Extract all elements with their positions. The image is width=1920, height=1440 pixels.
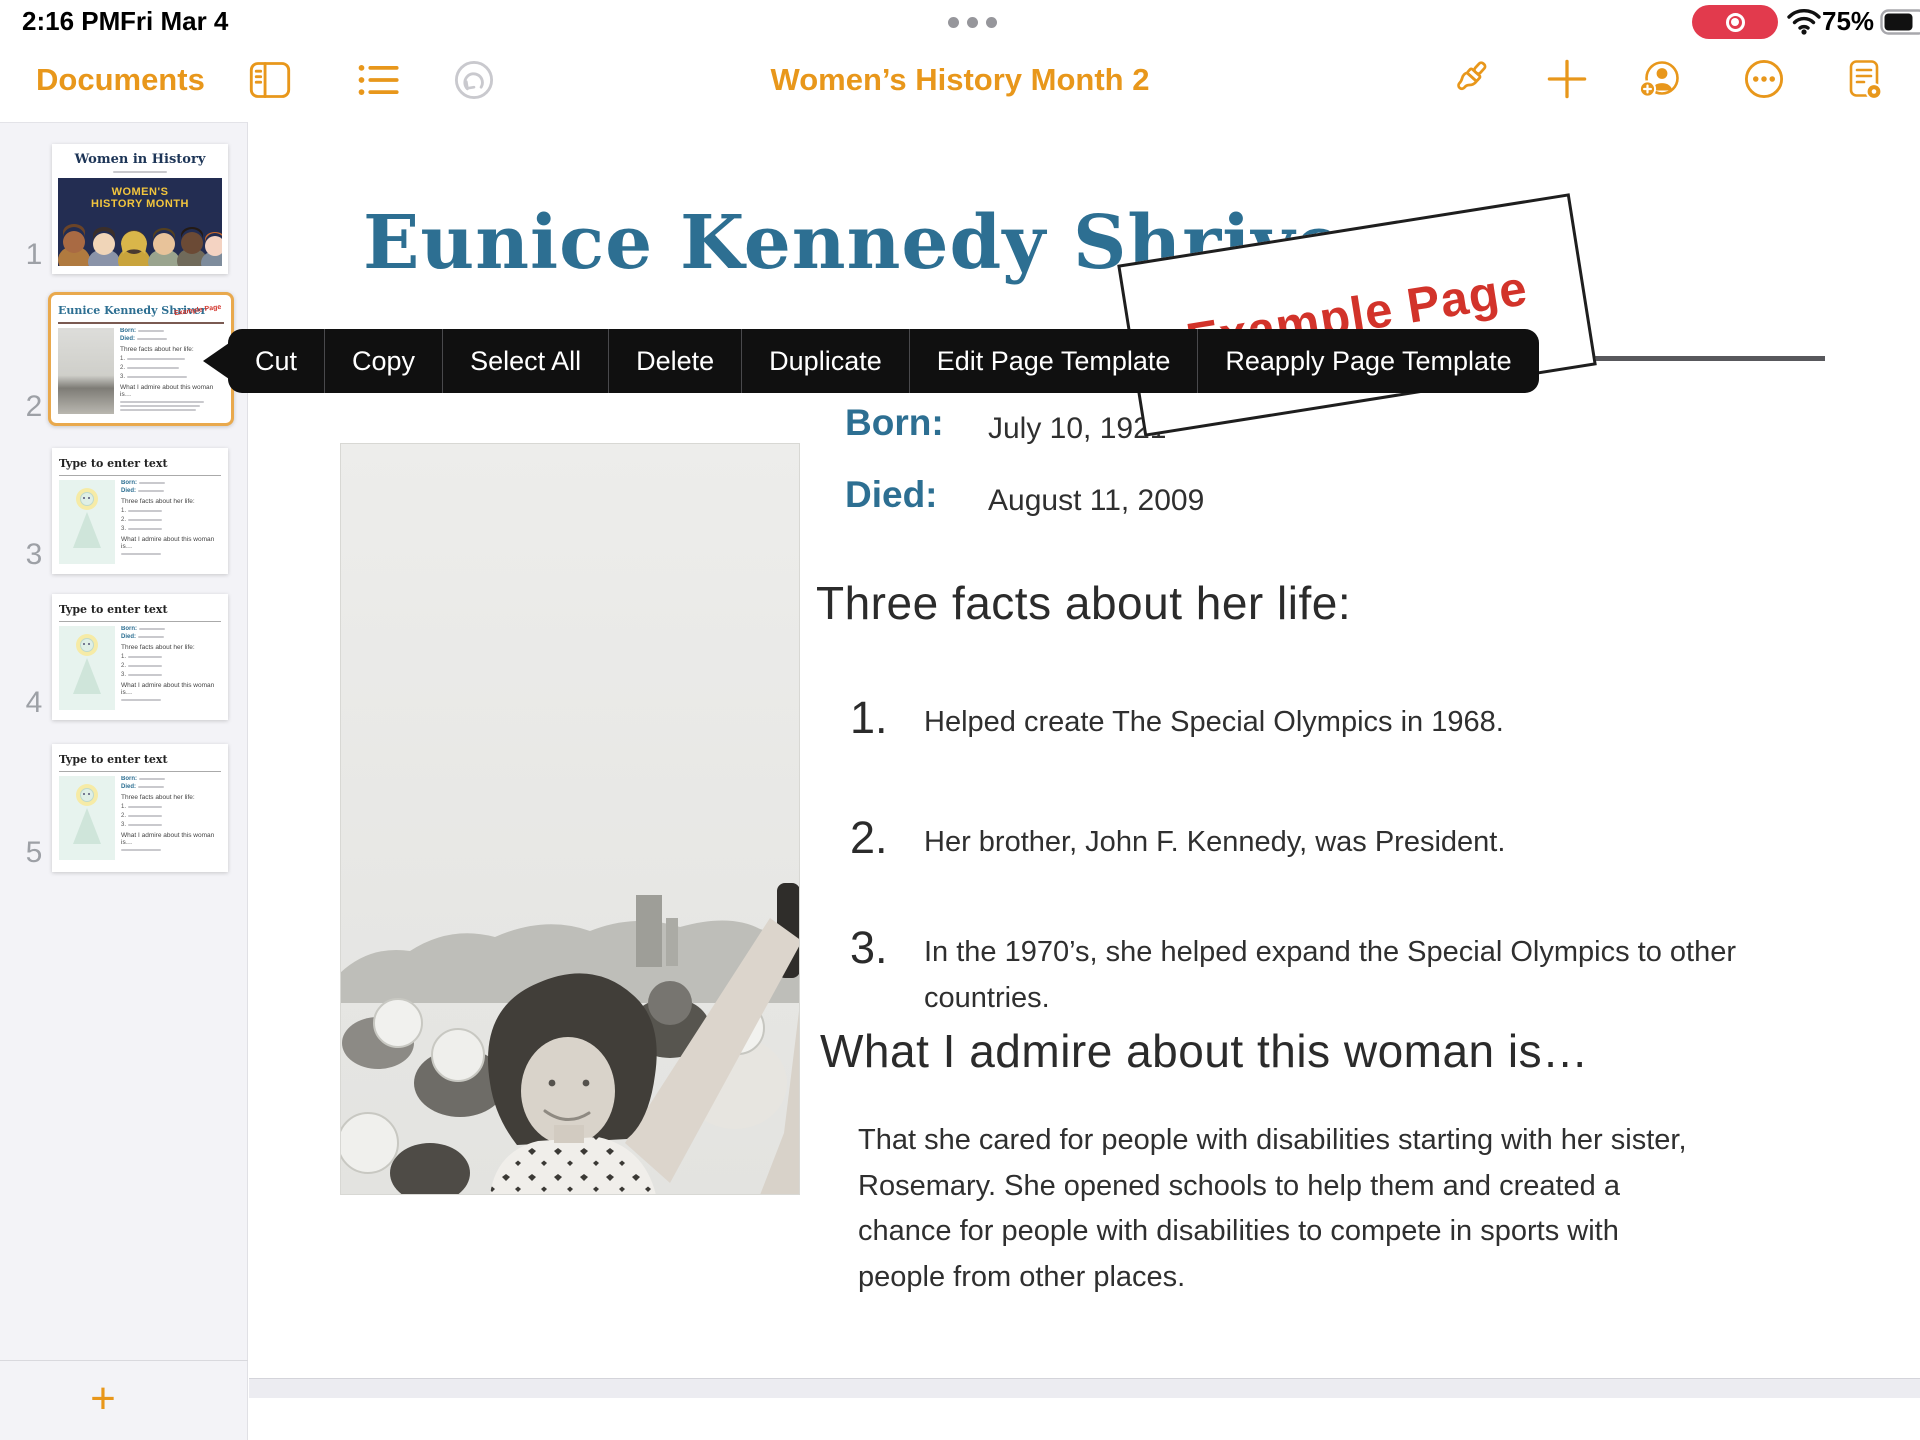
battery-percent: 75% bbox=[1822, 6, 1874, 37]
status-date: Fri Mar 4 bbox=[120, 6, 228, 37]
thumb-2-admire: What I admire about this woman is… bbox=[120, 384, 224, 398]
collaborate-add-person-icon[interactable] bbox=[1638, 57, 1682, 101]
thumb-1-women-illustration bbox=[58, 220, 222, 266]
page-number-4: 4 bbox=[18, 686, 50, 720]
thumb-3-placeholder-figure bbox=[59, 480, 115, 564]
menu-item-select-all[interactable]: Select All bbox=[443, 329, 608, 393]
status-time: 2:16 PM bbox=[22, 6, 120, 37]
thumb-1-banner: WOMEN'S HISTORY MONTH bbox=[58, 178, 222, 266]
thumbnail-page-3[interactable]: Type to enter text Born: Died: Three fac… bbox=[52, 448, 228, 574]
menu-item-delete[interactable]: Delete bbox=[609, 329, 741, 393]
thumb-2-died: Died: bbox=[120, 336, 135, 342]
born-value[interactable]: July 10, 1921 bbox=[988, 412, 1166, 446]
battery-icon bbox=[1880, 9, 1920, 40]
fact-1-number: 1. bbox=[850, 692, 888, 744]
page-number-3: 3 bbox=[18, 538, 50, 572]
thumb-1-banner-line2: HISTORY MONTH bbox=[58, 198, 222, 210]
thumb-1-banner-line1: WOMEN'S bbox=[58, 178, 222, 198]
wifi-icon bbox=[1786, 7, 1822, 40]
menu-item-cut[interactable]: Cut bbox=[228, 329, 324, 393]
screen-recording-indicator[interactable] bbox=[1692, 5, 1778, 39]
fact-1-text[interactable]: Helped create The Special Olympics in 19… bbox=[924, 700, 1504, 745]
more-ellipsis-icon[interactable] bbox=[1742, 57, 1786, 101]
thumb-4-title: Type to enter text bbox=[59, 603, 168, 616]
context-menu: Cut Copy Select All Delete Duplicate Edi… bbox=[228, 329, 1539, 393]
born-label: Born: bbox=[845, 402, 944, 444]
thumbnail-page-5[interactable]: Type to enter text Born: Died: Three fac… bbox=[52, 744, 228, 872]
page-number-2: 2 bbox=[18, 390, 50, 424]
list-icon[interactable] bbox=[356, 58, 400, 102]
menu-item-duplicate[interactable]: Duplicate bbox=[742, 329, 909, 393]
page-gap-divider bbox=[249, 1378, 1920, 1398]
undo-icon[interactable] bbox=[452, 58, 496, 102]
page-number-5: 5 bbox=[18, 836, 50, 870]
document-view-icon[interactable] bbox=[1842, 57, 1886, 101]
format-brush-icon[interactable] bbox=[1448, 57, 1492, 101]
thumb-2-born: Born: bbox=[120, 328, 136, 334]
context-menu-arrow bbox=[203, 343, 229, 379]
sidebar-divider bbox=[0, 1360, 248, 1361]
thumb-3-title: Type to enter text bbox=[59, 457, 168, 470]
menu-item-copy[interactable]: Copy bbox=[325, 329, 442, 393]
thumbnail-page-4[interactable]: Type to enter text Born: Died: Three fac… bbox=[52, 594, 228, 720]
thumb-5-placeholder-figure bbox=[59, 776, 115, 860]
eunice-photo[interactable] bbox=[340, 443, 800, 1195]
page-number-1: 1 bbox=[18, 238, 50, 272]
admire-line: That she cared for people with disabilit… bbox=[858, 1118, 1838, 1164]
admire-line: people from other places. bbox=[858, 1255, 1838, 1301]
fact-3-text-line1[interactable]: In the 1970’s, she helped expand the Spe… bbox=[924, 930, 1736, 975]
admire-heading: What I admire about this woman is… bbox=[820, 1024, 1589, 1078]
thumbnail-page-1[interactable]: Women in History WOMEN'S HISTORY MONTH bbox=[52, 144, 228, 274]
facts-heading: Three facts about her life: bbox=[816, 576, 1351, 630]
menu-item-reapply-page-template[interactable]: Reapply Page Template bbox=[1198, 329, 1538, 393]
died-value[interactable]: August 11, 2009 bbox=[988, 484, 1204, 518]
thumb-2-photo bbox=[58, 328, 114, 414]
admire-paragraph[interactable]: That she cared for people with disabilit… bbox=[858, 1118, 1838, 1300]
menu-item-edit-page-template[interactable]: Edit Page Template bbox=[910, 329, 1198, 393]
multitasking-dots-icon[interactable] bbox=[948, 17, 997, 28]
died-label: Died: bbox=[845, 474, 938, 516]
fact-2-text[interactable]: Her brother, John F. Kennedy, was Presid… bbox=[924, 820, 1505, 865]
admire-line: chance for people with disabilities to c… bbox=[858, 1209, 1838, 1255]
add-page-button[interactable]: + bbox=[79, 1375, 127, 1423]
fact-3-text-line2[interactable]: countries. bbox=[924, 976, 1050, 1021]
admire-line: Rosemary. She opened schools to help the… bbox=[858, 1164, 1838, 1210]
thumb-4-placeholder-figure bbox=[59, 626, 115, 710]
fact-3-number: 3. bbox=[850, 922, 888, 974]
fact-2-number: 2. bbox=[850, 812, 888, 864]
thumb-5-title: Type to enter text bbox=[59, 753, 168, 766]
page-thumbnails-panel-icon[interactable] bbox=[248, 58, 292, 102]
record-icon bbox=[1726, 13, 1745, 32]
insert-plus-icon[interactable] bbox=[1545, 57, 1589, 101]
thumb-1-title: Women in History bbox=[52, 152, 228, 167]
